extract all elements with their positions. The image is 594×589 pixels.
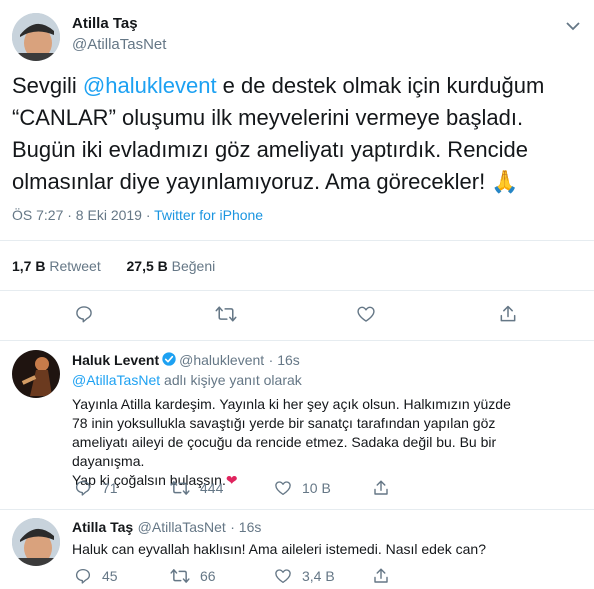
reply-button[interactable] xyxy=(74,304,94,324)
retweet-count: 1,7 B xyxy=(12,258,46,274)
retweet-label: Retweet xyxy=(49,258,101,274)
like-stat[interactable]: 27,5 B Beğeni xyxy=(127,258,216,274)
reply-icon xyxy=(74,567,92,585)
reply1-retweet-button[interactable]: 444 xyxy=(170,479,223,497)
like-icon xyxy=(274,479,292,497)
tweet-stats: 1,7 B Retweet 27,5 B Beğeni xyxy=(12,258,215,274)
share-icon xyxy=(372,479,390,497)
verified-icon xyxy=(161,351,177,372)
tweet-timestamp[interactable]: ÖS 7:27 · 8 Eki 2019 · xyxy=(12,207,154,223)
reply2-like-button[interactable]: 3,4 B xyxy=(274,567,335,585)
author-name[interactable]: Atilla Taş xyxy=(72,15,138,32)
like-count: 27,5 B xyxy=(126,258,168,274)
retweet-stat[interactable]: 1,7 B Retweet xyxy=(12,258,101,274)
retweet-icon xyxy=(170,479,190,497)
reply1-text: Yayınla Atilla kardeşim. Yayınla ki her … xyxy=(72,395,512,490)
reply1-like-count: 10 B xyxy=(302,480,331,496)
tweet-text: Sevgili @haluklevent e de destek olmak i… xyxy=(12,70,582,198)
reply2-retweet-button[interactable]: 66 xyxy=(170,567,216,585)
reply2-header: Atilla Taş @AtillaTasNet · 16s xyxy=(72,519,261,537)
reply2-reply-button[interactable]: 45 xyxy=(74,567,118,585)
reply1-reply-button[interactable]: 71 xyxy=(74,479,118,497)
reply-icon xyxy=(74,304,94,324)
pray-emoji: 🙏 xyxy=(491,169,519,194)
reply1-author-name[interactable]: Haluk Levent xyxy=(72,352,159,368)
like-icon xyxy=(356,304,376,324)
reply1-text-body: Yayınla Atilla kardeşim. Yayınla ki her … xyxy=(72,396,511,469)
reply1-replying-to: @AtillaTasNet adlı kişiye yanıt olarak xyxy=(72,372,302,388)
reply1-replying-suffix: adlı kişiye yanıt olarak xyxy=(160,372,302,388)
avatar-atilla-reply[interactable] xyxy=(12,518,60,566)
retweet-icon xyxy=(170,567,190,585)
reply2-share-button[interactable] xyxy=(372,567,390,585)
avatar-haluk[interactable] xyxy=(12,350,60,398)
reply2-author-name[interactable]: Atilla Taş xyxy=(72,519,133,535)
reply2-time[interactable]: · 16s xyxy=(230,519,261,535)
reply1-like-button[interactable]: 10 B xyxy=(274,479,331,497)
like-button[interactable] xyxy=(356,304,376,324)
avatar-atilla[interactable] xyxy=(12,13,60,61)
reply2-like-count: 3,4 B xyxy=(302,568,335,584)
mention-link[interactable]: @haluklevent xyxy=(83,73,217,98)
heart-emoji: ❤ xyxy=(225,472,238,488)
reply1-time[interactable]: · 16s xyxy=(269,352,300,368)
tweet-text-part1: Sevgili xyxy=(12,73,83,98)
reply2-text: Haluk can eyvallah haklısın! Ama aileler… xyxy=(72,541,486,557)
retweet-icon xyxy=(215,304,237,324)
reply1-reply-count: 71 xyxy=(102,480,118,496)
like-icon xyxy=(274,567,292,585)
reply1-retweet-count: 444 xyxy=(200,480,224,496)
tweet-meta: ÖS 7:27 · 8 Eki 2019 · Twitter for iPhon… xyxy=(12,207,263,223)
reply2-reply-count: 45 xyxy=(102,568,118,584)
reply1-share-button[interactable] xyxy=(372,479,390,497)
reply1-header: Haluk Levent @haluklevent · 16s xyxy=(72,351,300,372)
chevron-down-icon[interactable] xyxy=(566,18,580,36)
share-icon xyxy=(372,567,390,585)
reply1-replying-mention[interactable]: @AtillaTasNet xyxy=(72,372,160,388)
share-icon xyxy=(498,304,518,324)
retweet-button[interactable] xyxy=(215,304,237,324)
reply1-author-handle[interactable]: @haluklevent xyxy=(179,352,264,368)
like-label: Beğeni xyxy=(171,258,216,274)
author-handle[interactable]: @AtillaTasNet xyxy=(72,36,166,53)
reply2-author-handle[interactable]: @AtillaTasNet xyxy=(138,519,226,535)
share-button[interactable] xyxy=(498,304,518,324)
reply2-retweet-count: 66 xyxy=(200,568,216,584)
tweet-source-link[interactable]: Twitter for iPhone xyxy=(154,207,263,223)
reply-icon xyxy=(74,479,92,497)
